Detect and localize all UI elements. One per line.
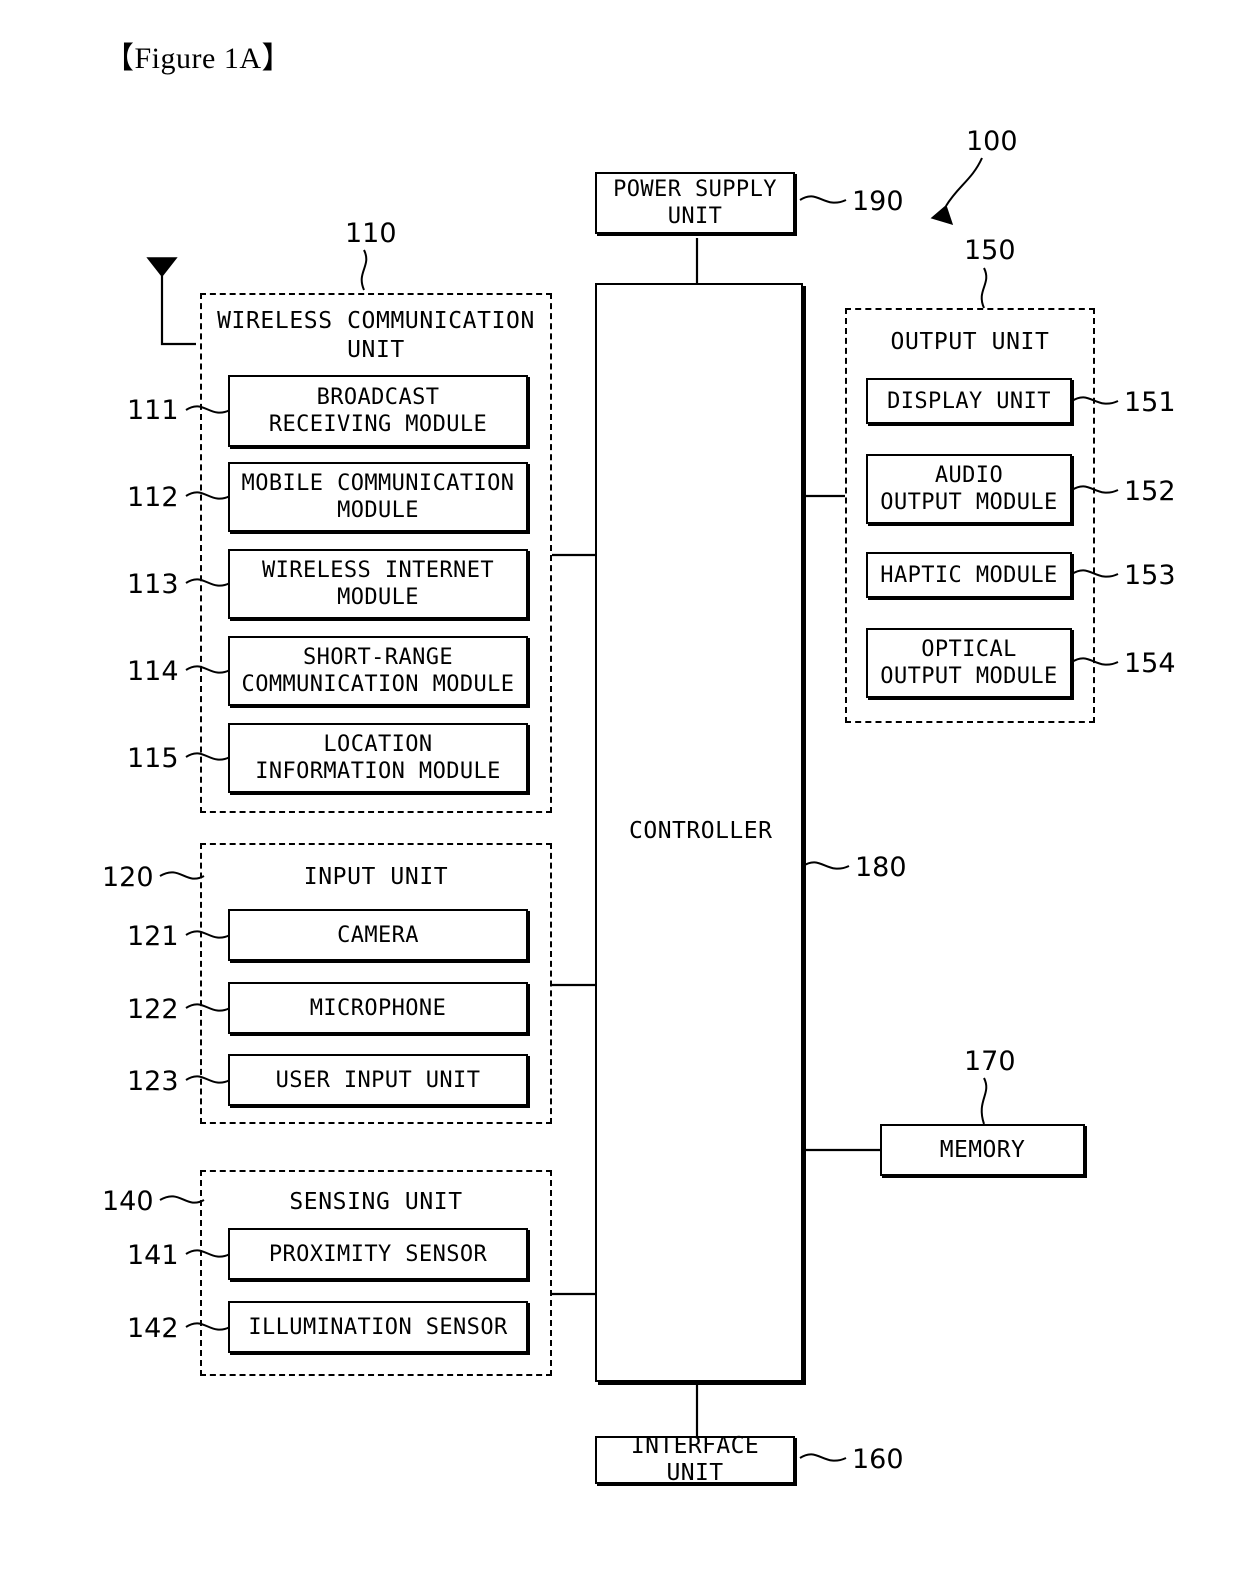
ref-111-broadcast-receiving-module: 111 (127, 395, 179, 426)
proximity-sensor-block[interactable]: PROXIMITY SENSOR (228, 1228, 528, 1280)
interface-unit-block[interactable]: INTERFACE UNIT (595, 1433, 795, 1486)
haptic-module-block[interactable]: HAPTIC MODULE (866, 552, 1072, 598)
ref-115-location-information-module: 115 (127, 743, 179, 774)
ref-122-microphone: 122 (127, 994, 179, 1025)
antenna-icon (146, 257, 178, 278)
wireless-communication-unit-title: WIRELESS COMMUNICATION UNIT (217, 308, 535, 363)
ref-154-optical-output-module: 154 (1124, 648, 1176, 679)
ref-151-display-unit: 151 (1124, 387, 1176, 418)
input-unit-title: INPUT UNIT (303, 864, 449, 890)
display-unit-block[interactable]: DISPLAY UNIT (866, 378, 1072, 424)
controller-label: CONTROLLER (629, 818, 773, 844)
location-information-module-block[interactable]: LOCATION INFORMATION MODULE (228, 723, 528, 793)
ref-180-controller: 180 (855, 852, 907, 883)
optical-output-module-block[interactable]: OPTICAL OUTPUT MODULE (866, 628, 1072, 698)
ref-150-output-unit: 150 (964, 235, 1016, 266)
broadcast-receiving-module-block[interactable]: BROADCAST RECEIVING MODULE (228, 375, 528, 447)
arrow-pointer-icon (930, 204, 954, 226)
ref-123-user-input-unit: 123 (127, 1066, 179, 1097)
ref-152-audio-output-module: 152 (1124, 476, 1176, 507)
ref-190-power-supply-unit: 190 (852, 186, 904, 217)
camera-block[interactable]: CAMERA (228, 909, 528, 961)
ref-113-wireless-internet-module: 113 (127, 569, 179, 600)
sensing-unit-title: SENSING UNIT (289, 1189, 463, 1215)
output-unit-title: OUTPUT UNIT (890, 329, 1050, 355)
ref-110-wireless-unit: 110 (345, 218, 397, 249)
ref-160-interface-unit: 160 (852, 1444, 904, 1475)
ref-153-haptic-module: 153 (1124, 560, 1176, 591)
ref-114-short-range-communication-module: 114 (127, 656, 179, 687)
audio-output-module-block[interactable]: AUDIO OUTPUT MODULE (866, 454, 1072, 524)
ref-170-memory: 170 (964, 1046, 1016, 1077)
ref-120-input-unit: 120 (102, 862, 154, 893)
user-input-unit-block[interactable]: USER INPUT UNIT (228, 1054, 528, 1106)
short-range-communication-module-block[interactable]: SHORT-RANGE COMMUNICATION MODULE (228, 636, 528, 706)
figure-title: 【Figure 1A】 (104, 42, 292, 75)
microphone-block[interactable]: MICROPHONE (228, 982, 528, 1034)
ref-140-sensing-unit: 140 (102, 1186, 154, 1217)
figure-canvas: 【Figure 1A】 CONTROLLER POWER SUPPLY UNIT… (0, 0, 1240, 1576)
mobile-communication-module-block[interactable]: MOBILE COMMUNICATION MODULE (228, 462, 528, 532)
wireless-internet-module-block[interactable]: WIRELESS INTERNET MODULE (228, 549, 528, 619)
ref-121-camera: 121 (127, 921, 179, 952)
illumination-sensor-block[interactable]: ILLUMINATION SENSOR (228, 1301, 528, 1353)
power-supply-unit-block[interactable]: POWER SUPPLY UNIT (595, 172, 795, 234)
memory-block[interactable]: MEMORY (880, 1124, 1085, 1176)
ref-100-device: 100 (966, 126, 1018, 157)
ref-112-mobile-communication-module: 112 (127, 482, 179, 513)
ref-142-illumination-sensor: 142 (127, 1313, 179, 1344)
ref-141-proximity-sensor: 141 (127, 1240, 179, 1271)
